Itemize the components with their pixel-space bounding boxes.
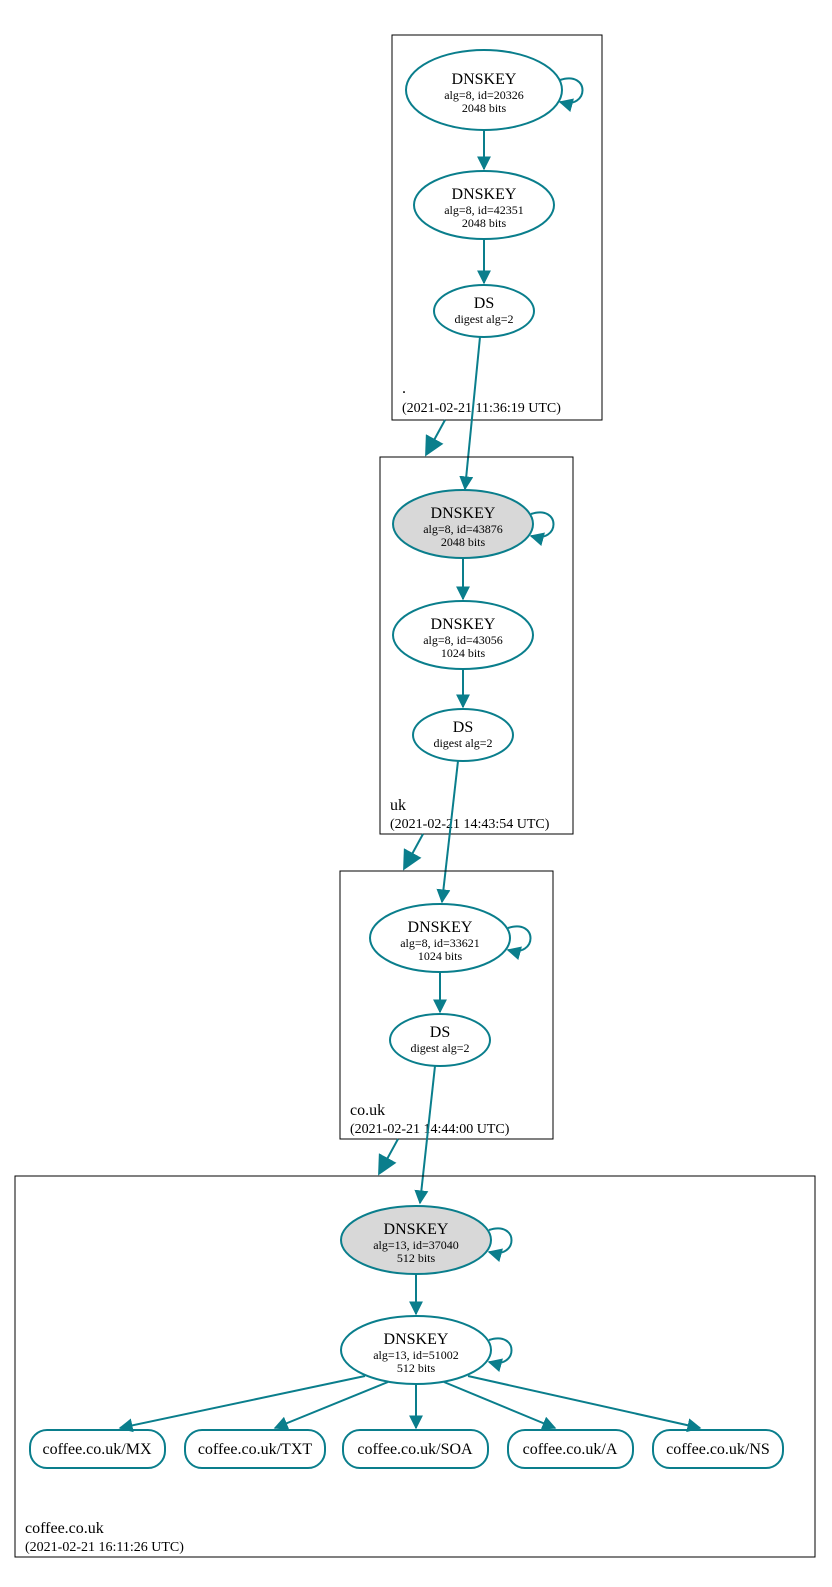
zone-uk-title: uk (390, 797, 406, 814)
leaf-txt-text: coffee.co.uk/TXT (198, 1441, 313, 1458)
node-uk-ksk-title: DNSKEY (431, 505, 496, 522)
node-uk-zsk-line1: alg=8, id=43056 (423, 633, 503, 647)
edge-couk-ksk-self (508, 926, 531, 951)
zone-root: . (2021-02-21 11:36:19 UTC) DNSKEY alg=8… (392, 35, 602, 420)
edge-zsk-ns (468, 1376, 700, 1428)
node-couk-ds: DS digest alg=2 (390, 1014, 490, 1066)
node-uk-ksk: DNSKEY alg=8, id=43876 2048 bits (393, 490, 533, 558)
edge-coffee-zsk-self (489, 1338, 512, 1363)
node-root-zsk-line2: 2048 bits (462, 216, 507, 230)
node-root-ksk-title: DNSKEY (452, 71, 517, 88)
edge-root-ksk-self (560, 78, 583, 103)
node-coffee-zsk: DNSKEY alg=13, id=51002 512 bits (341, 1316, 491, 1384)
node-uk-zsk: DNSKEY alg=8, id=43056 1024 bits (393, 601, 533, 669)
zone-root-timestamp: (2021-02-21 11:36:19 UTC) (402, 401, 561, 416)
node-root-ds-line1: digest alg=2 (454, 312, 513, 326)
node-root-zsk-line1: alg=8, id=42351 (444, 203, 524, 217)
node-root-zsk: DNSKEY alg=8, id=42351 2048 bits (414, 171, 554, 239)
zone-coffee-title: coffee.co.uk (25, 1520, 104, 1537)
zone-uk: uk (2021-02-21 14:43:54 UTC) DNSKEY alg=… (380, 457, 573, 834)
leaf-mx-text: coffee.co.uk/MX (43, 1441, 152, 1458)
dnssec-graph: . (2021-02-21 11:36:19 UTC) DNSKEY alg=8… (0, 0, 832, 1587)
zone-coffee: coffee.co.uk (2021-02-21 16:11:26 UTC) D… (15, 1176, 815, 1557)
node-coffee-zsk-line2: 512 bits (397, 1361, 436, 1375)
edge-root-to-uk-zone (427, 420, 445, 453)
node-coffee-ksk-title: DNSKEY (384, 1221, 449, 1238)
zone-root-title: . (402, 380, 406, 397)
node-uk-ds-line1: digest alg=2 (433, 736, 492, 750)
edge-uk-to-couk-zone (405, 834, 423, 867)
node-root-ksk-line2: 2048 bits (462, 101, 507, 115)
leaf-ns-text: coffee.co.uk/NS (666, 1441, 770, 1458)
leaf-mx: coffee.co.uk/MX (30, 1430, 165, 1468)
node-root-ds: DS digest alg=2 (434, 285, 534, 337)
node-root-ksk: DNSKEY alg=8, id=20326 2048 bits (406, 50, 562, 130)
leaf-a: coffee.co.uk/A (508, 1430, 633, 1468)
zone-coffee-timestamp: (2021-02-21 16:11:26 UTC) (25, 1540, 184, 1555)
node-uk-ds-title: DS (453, 719, 473, 736)
node-uk-zsk-title: DNSKEY (431, 616, 496, 633)
edge-uk-ksk-self (531, 512, 554, 537)
node-root-ksk-line1: alg=8, id=20326 (444, 88, 524, 102)
edge-couk-to-coffee-zone (380, 1139, 398, 1172)
leaf-txt: coffee.co.uk/TXT (185, 1430, 325, 1468)
node-coffee-ksk: DNSKEY alg=13, id=37040 512 bits (341, 1206, 491, 1274)
node-uk-ksk-line2: 2048 bits (441, 535, 486, 549)
zone-couk-timestamp: (2021-02-21 14:44:00 UTC) (350, 1122, 510, 1137)
node-coffee-ksk-line2: 512 bits (397, 1251, 436, 1265)
node-couk-ds-line1: digest alg=2 (410, 1041, 469, 1055)
zone-uk-timestamp: (2021-02-21 14:43:54 UTC) (390, 817, 550, 832)
edge-zsk-a (444, 1382, 555, 1428)
leaf-soa: coffee.co.uk/SOA (343, 1430, 488, 1468)
edge-zsk-mx (120, 1376, 365, 1428)
zone-couk-title: co.uk (350, 1102, 385, 1119)
node-root-zsk-title: DNSKEY (452, 186, 517, 203)
zone-couk: co.uk (2021-02-21 14:44:00 UTC) DNSKEY a… (340, 871, 553, 1139)
node-couk-ksk-line2: 1024 bits (418, 949, 463, 963)
edge-zsk-txt (275, 1382, 388, 1428)
node-couk-ksk-line1: alg=8, id=33621 (400, 936, 480, 950)
leaf-ns: coffee.co.uk/NS (653, 1430, 783, 1468)
node-uk-zsk-line2: 1024 bits (441, 646, 486, 660)
node-coffee-ksk-line1: alg=13, id=37040 (373, 1238, 459, 1252)
node-couk-ksk: DNSKEY alg=8, id=33621 1024 bits (370, 904, 510, 972)
node-uk-ds: DS digest alg=2 (413, 709, 513, 761)
node-couk-ksk-title: DNSKEY (408, 919, 473, 936)
node-root-ds-title: DS (474, 295, 494, 312)
node-couk-ds-title: DS (430, 1024, 450, 1041)
node-coffee-zsk-title: DNSKEY (384, 1331, 449, 1348)
edge-coffee-ksk-self (489, 1228, 512, 1253)
leaf-a-text: coffee.co.uk/A (523, 1441, 618, 1458)
node-coffee-zsk-line1: alg=13, id=51002 (373, 1348, 459, 1362)
leaf-soa-text: coffee.co.uk/SOA (357, 1441, 473, 1458)
node-uk-ksk-line1: alg=8, id=43876 (423, 522, 503, 536)
